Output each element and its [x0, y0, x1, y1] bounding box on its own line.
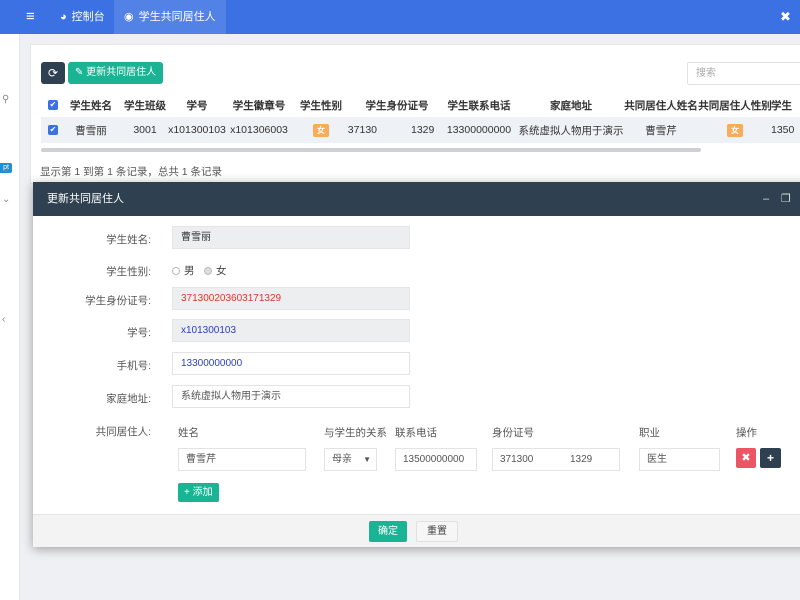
column-header[interactable]: 共同居住人性别 — [698, 95, 772, 115]
refresh-icon: ⟳ — [47, 66, 59, 80]
cell-badge-no: x101306003 — [230, 124, 288, 136]
column-header[interactable]: 学生 — [771, 95, 800, 115]
cohab-header-idcard: 身份证号 — [492, 427, 534, 439]
chevron-left-icon[interactable]: ‹ — [2, 314, 5, 325]
cell-address: 系统虚拟人物用于演示 — [518, 124, 624, 137]
column-header[interactable]: 学生徽章号 — [229, 95, 289, 115]
address-field[interactable]: 系统虚拟人物用于演示 — [172, 385, 410, 408]
update-dialog: 更新共同居住人 – ❐ 学生姓名: 曹雪丽 学生性别: 男 女 学生身份证号: … — [33, 182, 800, 547]
address-label: 家庭地址: — [106, 393, 151, 405]
cohab-header-phone: 联系电话 — [395, 427, 437, 439]
table-row[interactable]: ✔ 曹雪丽 3001 x101300103 x101306003 女 37130… — [41, 117, 800, 143]
tab-student-cohabitant[interactable]: ◉ 学生共同居住人 — [114, 0, 226, 34]
add-cohabitant-button[interactable]: + 添加 — [178, 483, 219, 502]
tab-student-cohabitant-label: 学生共同居住人 — [138, 11, 216, 23]
circle-icon: ◉ — [124, 11, 134, 23]
cell-class: 3001 — [133, 124, 157, 136]
cohab-relation-select[interactable]: 母亲 ▼ — [324, 448, 377, 471]
column-header[interactable]: 共同居住人姓名 — [623, 95, 699, 115]
refresh-button[interactable]: ⟳ — [41, 62, 65, 84]
cohab-idcard-suffix: 1329 — [570, 454, 593, 465]
edit-icon: ✎ — [75, 67, 84, 78]
radio-icon — [204, 266, 212, 275]
search-input[interactable]: 搜索 — [687, 62, 800, 85]
dashboard-icon: ◕ — [60, 11, 67, 23]
add-row-button[interactable]: + — [760, 448, 781, 468]
confirm-button[interactable]: 确定 — [369, 521, 407, 542]
cohabitant-label: 共同居住人: — [95, 426, 151, 438]
column-header[interactable]: 家庭地址 — [521, 95, 621, 115]
column-header[interactable]: 学生班级 — [117, 95, 173, 115]
name-label: 学生姓名: — [106, 234, 151, 246]
cohab-phone-input[interactable]: 13500000000 — [395, 448, 477, 471]
gender-badge: 女 — [727, 123, 743, 137]
plus-icon: + — [184, 487, 190, 498]
cell-more: 1350 — [771, 124, 795, 136]
tab-dashboard[interactable]: ◕ 控制台 — [60, 0, 105, 34]
maximize-icon[interactable]: ❐ — [781, 182, 791, 216]
chevron-down-icon[interactable]: ⌄ — [2, 194, 10, 205]
add-cohabitant-label: 添加 — [192, 487, 213, 498]
cohab-idcard-input[interactable]: 371300 1329 — [492, 448, 620, 471]
row-checkbox[interactable]: ✔ — [47, 117, 59, 143]
update-cohabitant-label: 更新共同居住人 — [86, 67, 157, 78]
reset-button[interactable]: 重置 — [416, 521, 458, 542]
gender-badge: 女 — [313, 123, 329, 137]
dialog-footer: 确定 重置 — [33, 514, 800, 547]
tab-dashboard-label: 控制台 — [71, 11, 105, 23]
plus-icon: + — [766, 451, 774, 465]
cohab-header-actions: 操作 — [736, 427, 757, 439]
cell-student-no: x101300103 — [168, 124, 226, 136]
cell-idcard-suffix: 1329 — [411, 124, 435, 136]
column-header[interactable]: 学生姓名 — [63, 95, 119, 115]
cohab-header-name: 姓名 — [178, 427, 199, 439]
horizontal-scrollbar[interactable] — [41, 148, 701, 152]
cell-cohabitant-gender: 女 — [701, 117, 769, 143]
radio-icon — [172, 266, 180, 275]
gender-female-label: 女 — [216, 265, 227, 277]
cell-name: 曹雪丽 — [75, 124, 107, 137]
caret-down-icon: ▼ — [363, 455, 371, 464]
gender-male-label: 男 — [184, 265, 195, 277]
table-header: ✔ 学生姓名 学生班级 学号 学生徽章号 学生性别 学生身份证号 学生联系电话 … — [41, 95, 800, 115]
column-header[interactable]: 学生联系电话 — [443, 95, 515, 115]
gender-label: 学生性别: — [106, 266, 151, 278]
update-cohabitant-button[interactable]: ✎ 更新共同居住人 — [68, 62, 164, 84]
gender-male-radio[interactable]: 男 — [172, 263, 195, 278]
menu-icon[interactable]: ≡ — [26, 0, 35, 34]
cell-cohabitant-name: 曹雪芹 — [645, 124, 677, 137]
column-header[interactable]: 学号 — [167, 95, 227, 115]
cohab-job-input[interactable]: 医生 — [639, 448, 720, 471]
cohab-relation-value: 母亲 — [332, 454, 352, 465]
phone-label: 手机号: — [116, 360, 151, 372]
phone-field[interactable]: 13300000000 — [172, 352, 410, 375]
close-icon: ✖ — [741, 452, 751, 464]
cell-idcard-prefix: 37130 — [347, 124, 377, 136]
cohab-header-job: 职业 — [639, 427, 660, 439]
delete-row-button[interactable]: ✖ — [736, 448, 756, 468]
idcard-label: 学生身份证号: — [85, 295, 151, 307]
cell-phone: 13300000000 — [446, 124, 512, 136]
student-no-field[interactable]: x101300103 — [172, 319, 410, 342]
top-navbar: ≡ ◕ 控制台 ◉ 学生共同居住人 ✖ — [0, 0, 800, 34]
column-header[interactable]: 学生性别 — [292, 95, 350, 115]
dialog-header: 更新共同居住人 – ❐ — [33, 182, 800, 216]
close-icon[interactable]: ✖ — [780, 0, 791, 34]
minimize-icon[interactable]: – — [763, 182, 769, 216]
dialog-title: 更新共同居住人 — [47, 193, 124, 205]
chevron-down-icon[interactable]: ⌄ — [2, 164, 10, 175]
search-icon[interactable]: ⚲ — [2, 94, 9, 105]
pagination-info: 显示第 1 到第 1 条记录，总共 1 条记录 — [40, 166, 223, 178]
sidebar: ⚲ pt ⌄ ⌄ ‹ — [0, 34, 20, 600]
cohab-header-relation: 与学生的关系 — [324, 427, 387, 439]
gender-female-radio[interactable]: 女 — [204, 263, 227, 278]
cohab-name-input[interactable]: 曹雪芹 — [178, 448, 306, 471]
cohab-idcard-prefix: 371300 — [500, 454, 534, 465]
table-panel: ⟳ ✎ 更新共同居住人 搜索 ✔ 学生姓名 学生班级 学号 学生徽章号 学生性别… — [30, 44, 800, 184]
name-field[interactable]: 曹雪丽 — [172, 226, 410, 249]
column-header[interactable]: 学生身份证号 — [353, 95, 441, 115]
idcard-field[interactable]: 371300203603171329 — [172, 287, 410, 310]
select-all-checkbox[interactable]: ✔ — [47, 95, 59, 115]
student-no-label: 学号: — [127, 327, 151, 339]
